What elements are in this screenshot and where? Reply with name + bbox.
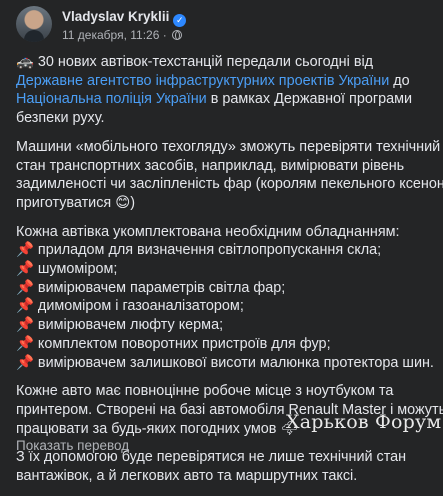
equipment-intro: Кожна автівка укомплектована необхідним …: [16, 223, 400, 240]
equipment-item: 📌 димоміром і газоаналізатором;: [16, 297, 434, 316]
globe-icon: [172, 30, 183, 40]
paragraph-5: З їх допомогою буде перевірятися не лише…: [16, 448, 434, 485]
pushpin-icon: 📌: [16, 279, 34, 296]
police-car-emoji: 🚓: [16, 54, 34, 70]
equipment-item: 📌 комплектом поворотних пристроїв для фур…: [16, 335, 434, 354]
author-name[interactable]: Vladyslav Kryklii ✓: [62, 9, 187, 27]
paragraph-5-line: вантажівок, а й легкових авто та маршрут…: [16, 468, 358, 485]
author-avatar[interactable]: [16, 6, 52, 42]
pushpin-icon: 📌: [16, 261, 34, 278]
paragraph-2-line: Машини «мобільного техогляду» зможуть пе…: [16, 138, 441, 155]
pushpin-icon: 📌: [16, 354, 34, 371]
equipment-item-text: вимірювачем залишкової висоти малюнка пр…: [37, 354, 434, 371]
facebook-post: Vladyslav Kryklii ✓ 11 декабря, 11:26 · 🚓…: [0, 0, 443, 484]
pushpin-icon: 📌: [16, 298, 34, 315]
link-infrastructure-agency[interactable]: Державне агентство інфраструктурних прое…: [16, 73, 389, 89]
paragraph-2: Машини «мобільного техогляду» зможуть пе…: [16, 138, 443, 213]
equipment-item-text: димоміром і газоаналізатором;: [37, 298, 244, 315]
show-translation-link[interactable]: Показать перевод: [16, 438, 129, 453]
pushpin-icon: 📌: [16, 335, 34, 352]
paragraph-1: 🚓 30 нових автівок-техстанцій передали с…: [16, 53, 434, 128]
pushpin-icon: 📌: [16, 317, 34, 334]
paragraph-2-line: стан транспортних засобів, наприклад, ви…: [16, 157, 405, 174]
paragraph-2-line: задимленості чи засліпленість фар (корол…: [16, 176, 443, 193]
pushpin-icon: 📌: [16, 242, 34, 259]
equipment-item-text: приладом для визначення світлопропусканн…: [37, 242, 382, 259]
paragraph-2-line: приготуватися 😊): [16, 194, 135, 211]
equipment-item: 📌 приладом для визначення світлопропускан…: [16, 241, 434, 260]
paragraph-3: Кожна автівка укомплектована необхідним …: [16, 223, 434, 373]
equipment-item: 📌 вимірювачем параметрів світла фар;: [16, 279, 434, 298]
equipment-item-text: шумоміром;: [37, 261, 118, 278]
post-meta: 11 декабря, 11:26 ·: [62, 28, 183, 42]
watermark-text: Харьков Форум: [286, 411, 442, 433]
equipment-item: 📌 шумоміром;: [16, 260, 434, 279]
paragraph-1-text-a: 30 нових автівок-техстанцій передали сьо…: [33, 54, 374, 70]
equipment-item-text: вимірювачем люфту керма;: [37, 317, 224, 334]
paragraph-1-text-b: до: [389, 72, 410, 89]
equipment-item-text: вимірювачем параметрів світла фар;: [37, 279, 286, 296]
author-name-text[interactable]: Vladyslav Kryklii: [62, 9, 169, 24]
equipment-item-text: комплектом поворотних пристроїв для фур;: [37, 335, 331, 352]
verified-badge-icon: ✓: [173, 14, 187, 27]
post-date[interactable]: 11 декабря, 11:26 ·: [62, 28, 170, 42]
paragraph-4-line: Кожне авто має повноцінне робоче місце з…: [16, 383, 394, 400]
equipment-item: 📌 вимірювачем люфту керма;: [16, 316, 434, 335]
link-national-police[interactable]: Національна поліція України: [16, 91, 207, 107]
equipment-item: 📌 вимірювачем залишкової висоти малюнка п…: [16, 354, 434, 373]
